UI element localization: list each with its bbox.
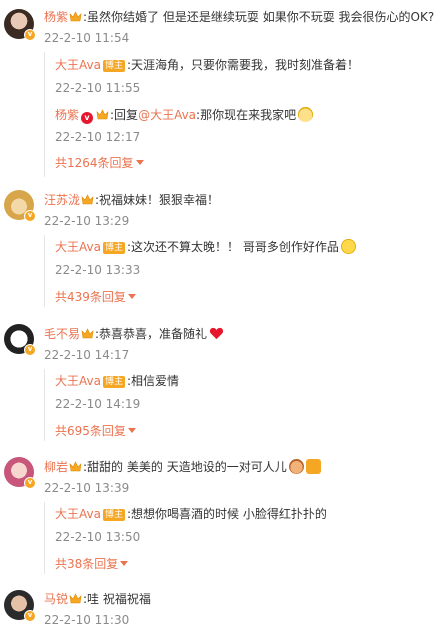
reply-time: 22-2-10 13:33	[55, 263, 141, 277]
comment-line: 杨紫 :虽然你结婚了 但是还是继续玩耍 如果你不玩耍 我会很伤心的OK?	[44, 9, 434, 25]
username-link[interactable]: 大王Ava	[55, 240, 101, 254]
author-tag: 博主	[102, 376, 125, 388]
crown-icon	[69, 461, 82, 472]
username-link[interactable]: 大王Ava	[55, 374, 101, 388]
username-link[interactable]: 毛不易	[44, 327, 80, 341]
reply-line: 大王Ava 博主:天涯海角，只要你需要我，我时刻准备着！	[55, 57, 436, 73]
reply-prefix: :回复	[110, 108, 139, 122]
username-link[interactable]: 柳岩	[44, 460, 68, 474]
avatar[interactable]: v	[4, 324, 36, 356]
more-replies-label: 共38条回复	[55, 557, 119, 571]
more-replies-label: 共695条回复	[55, 424, 126, 438]
caret-down-icon	[127, 294, 136, 299]
reply-text: :那你现在来我家吧	[196, 108, 297, 122]
reply-list: 大王Ava 博主:这次还不算太晚！！ 哥哥多创作好作品 22-2-10 13:33…	[44, 235, 436, 307]
reply-line: 大王Ava 博主:想想你喝喜酒的时候 小脸得红扑扑的	[55, 506, 436, 522]
comment-text: :恭喜恭喜，准备随礼	[95, 327, 208, 341]
comment-time: 22-2-10 11:30	[44, 613, 130, 627]
reply-line: 大王Ava 博主:这次还不算太晚！！ 哥哥多创作好作品	[55, 239, 436, 255]
comment-time: 22-2-10 13:29	[44, 214, 130, 228]
avatar[interactable]: v	[4, 590, 36, 622]
mention-link[interactable]: @大王Ava	[138, 108, 196, 122]
reply-text: :想想你喝喜酒的时候 小脸得红扑扑的	[126, 507, 327, 521]
comment-text: :虽然你结婚了 但是还是继续玩耍 如果你不玩耍 我会很伤心的OK?	[83, 10, 435, 24]
comment-time: 22-2-10 14:17	[44, 348, 130, 362]
caret-down-icon	[120, 561, 129, 566]
verified-badge-icon: v	[24, 29, 36, 41]
caret-down-icon	[127, 428, 136, 433]
verified-badge-icon: v	[24, 477, 36, 489]
crown-icon	[96, 109, 109, 120]
reply-line: 大王Ava 博主:相信爱情	[55, 373, 436, 389]
comment-line: 柳岩 :甜甜的 美美的 天造地设的一对可人儿	[44, 459, 434, 475]
praise-emoji-icon	[305, 459, 321, 474]
caret-down-icon	[135, 160, 144, 165]
avatar[interactable]: v	[4, 9, 36, 41]
comment-text: :哇 祝福祝福	[83, 592, 151, 606]
more-replies-link[interactable]: 共439条回复	[55, 290, 136, 304]
avatar[interactable]: v	[4, 190, 36, 222]
comment-line: 毛不易 :恭喜恭喜，准备随礼	[44, 326, 434, 342]
reply-list: 大王Ava 博主:天涯海角，只要你需要我，我时刻准备着！ 22-2-10 11:5…	[44, 52, 436, 177]
comment-time: 22-2-10 11:54	[44, 31, 130, 45]
reply-time: 22-2-10 14:19	[55, 397, 141, 411]
verified-badge-icon: v	[24, 610, 36, 622]
more-replies-label: 共439条回复	[55, 290, 126, 304]
reply-line: 杨紫 v :回复@大王Ava:那你现在来我家吧	[55, 107, 436, 124]
crown-icon	[81, 194, 94, 205]
heart-icon	[209, 327, 224, 340]
more-replies-link[interactable]: 共695条回复	[55, 424, 136, 438]
crown-icon	[69, 11, 82, 22]
reply-text: :相信爱情	[126, 374, 180, 388]
reply-text: :这次还不算太晚！！ 哥哥多创作好作品	[126, 240, 339, 254]
comment-line: 马锐 :哇 祝福祝福	[44, 591, 434, 607]
author-tag: 博主	[102, 242, 125, 254]
reply-list: 大王Ava 博主:相信爱情 22-2-10 14:19 共695条回复	[44, 369, 436, 441]
cat-face-emoji-icon	[298, 107, 314, 122]
comment-text: :祝福妹妹！狠狠幸福！	[95, 193, 220, 207]
more-replies-label: 共1264条回复	[55, 156, 134, 170]
reply-time: 22-2-10 13:50	[55, 530, 141, 544]
reply-text: :天涯海角，只要你需要我，我时刻准备着！	[126, 58, 360, 72]
author-tag: 博主	[102, 60, 125, 72]
reply-time: 22-2-10 11:55	[55, 81, 141, 95]
verified-badge-icon: v	[24, 210, 36, 222]
author-tag: 博主	[102, 509, 125, 521]
crown-icon	[81, 328, 94, 339]
comment-text: :甜甜的 美美的 天造地设的一对可人儿	[83, 460, 287, 474]
comment-time: 22-2-10 13:39	[44, 481, 130, 495]
comment-line: 汪苏泷 :祝福妹妹！狠狠幸福！	[44, 192, 434, 208]
verified-badge-icon: v	[24, 344, 36, 356]
username-link[interactable]: 大王Ava	[55, 58, 101, 72]
crown-icon	[69, 593, 82, 604]
vip-icon: v	[81, 112, 94, 124]
username-link[interactable]: 汪苏泷	[44, 193, 80, 207]
username-link[interactable]: 马锐	[44, 592, 68, 606]
more-replies-link[interactable]: 共38条回复	[55, 557, 129, 571]
smile-emoji-icon	[340, 239, 356, 254]
reply-list: 大王Ava 博主:想想你喝喜酒的时候 小脸得红扑扑的 22-2-10 13:50 …	[44, 502, 436, 574]
username-link[interactable]: 杨紫	[55, 108, 79, 122]
avatar[interactable]: v	[4, 457, 36, 489]
more-replies-link[interactable]: 共1264条回复	[55, 156, 144, 170]
username-link[interactable]: 杨紫	[44, 10, 68, 24]
cake-emoji-icon	[288, 459, 304, 474]
reply-time: 22-2-10 12:17	[55, 130, 141, 144]
username-link[interactable]: 大王Ava	[55, 507, 101, 521]
